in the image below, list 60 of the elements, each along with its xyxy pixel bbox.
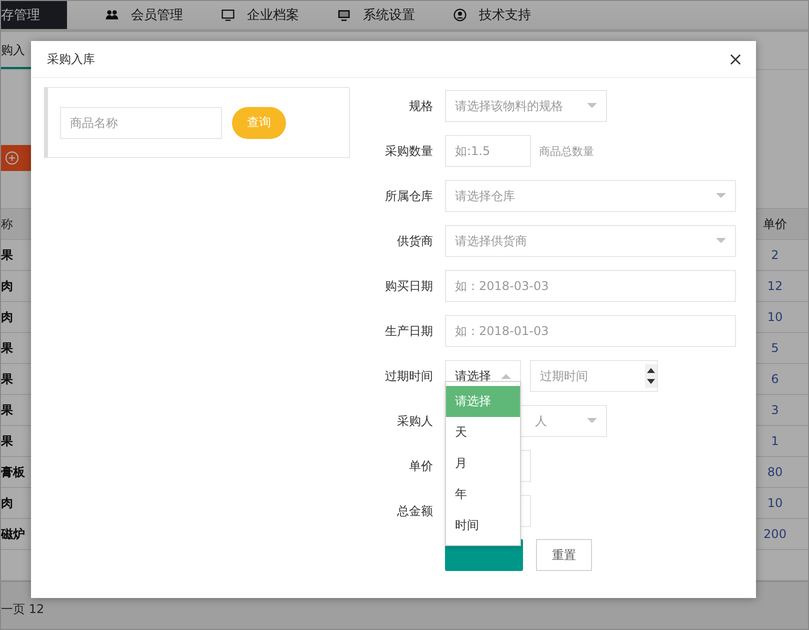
nav-item[interactable]: 企业档案: [221, 6, 299, 24]
nav-item[interactable]: 存管理: [1, 1, 67, 29]
dropdown-option[interactable]: 月: [446, 448, 520, 479]
table-cell-text: 3: [770, 403, 780, 418]
table-cell-text: 1: [770, 434, 780, 448]
reset-button[interactable]: 重置: [536, 539, 592, 571]
table-cell-text: 肉: [1, 278, 14, 295]
field-label: 供货商: [396, 232, 433, 250]
users-icon: [105, 8, 119, 22]
caret-icon: [716, 238, 726, 244]
field-label: 所属仓库: [384, 188, 433, 204]
table-cell-text: 果: [1, 340, 14, 357]
table-cell-text: 5: [770, 341, 780, 356]
field-label: 采购人: [396, 412, 433, 430]
table-cell-text: 果: [1, 432, 14, 450]
table-cell-text: 10: [766, 310, 784, 324]
table-cell-text: 10: [766, 496, 784, 510]
field-label: 单价: [408, 458, 433, 474]
close-icon[interactable]: [730, 54, 741, 64]
table-cell-text: 果: [1, 402, 14, 419]
nav-item[interactable]: 技术支持: [453, 6, 531, 24]
table-header-cell-text: 称: [1, 216, 14, 233]
table-cell-text: 果: [1, 370, 14, 388]
nav-item[interactable]: 会员管理: [105, 6, 183, 24]
input-field[interactable]: 如：2018-01-03: [445, 315, 736, 347]
table-cell-text: 6: [770, 372, 780, 386]
caret-icon: [587, 103, 597, 109]
dialog-title: 采购入库: [47, 50, 95, 68]
table-cell-text: 磁炉: [1, 526, 26, 543]
caret-icon: [716, 193, 726, 199]
search-field[interactable]: 商品名称: [60, 106, 222, 138]
field-label: 购买日期: [384, 278, 433, 294]
field-label: 规格: [408, 98, 433, 114]
caret-icon: [587, 418, 597, 424]
table-cell-text: 80: [766, 465, 784, 480]
field-label: 生产日期: [384, 322, 433, 340]
table-cell-text: 200: [762, 527, 788, 542]
dropdown-option[interactable]: 时间: [446, 510, 520, 541]
user-circle-icon: [453, 8, 467, 22]
nav-item[interactable]: 系统设置: [337, 6, 415, 24]
table-cell-text: 肉: [1, 308, 14, 326]
input-field[interactable]: 如:1.5: [445, 135, 531, 167]
table-header-cell-text: 单价: [762, 216, 788, 233]
caret-icon: [501, 373, 511, 379]
table-cell-text: 12: [766, 279, 784, 294]
monitor-icon: [337, 8, 351, 22]
table-cell-text: 肉: [1, 494, 14, 512]
spinner-arrows-icon[interactable]: [645, 364, 657, 388]
field-hint: 商品总数量: [539, 144, 594, 158]
field-label: 总金额: [396, 502, 433, 520]
field-label: 采购数量: [384, 142, 433, 160]
table-cell-text: 膏板: [1, 464, 26, 481]
dropdown-option[interactable]: 年: [446, 479, 520, 510]
input-field[interactable]: 如：2018-03-03: [445, 270, 736, 302]
table-cell-text: 2: [770, 248, 780, 262]
monitor-icon: [221, 8, 235, 22]
pagination-text: 一页 12: [1, 601, 46, 618]
field-label: 过期时间: [384, 368, 433, 384]
table-cell-text: 果: [1, 246, 14, 264]
plus-circle-icon: [5, 150, 19, 165]
